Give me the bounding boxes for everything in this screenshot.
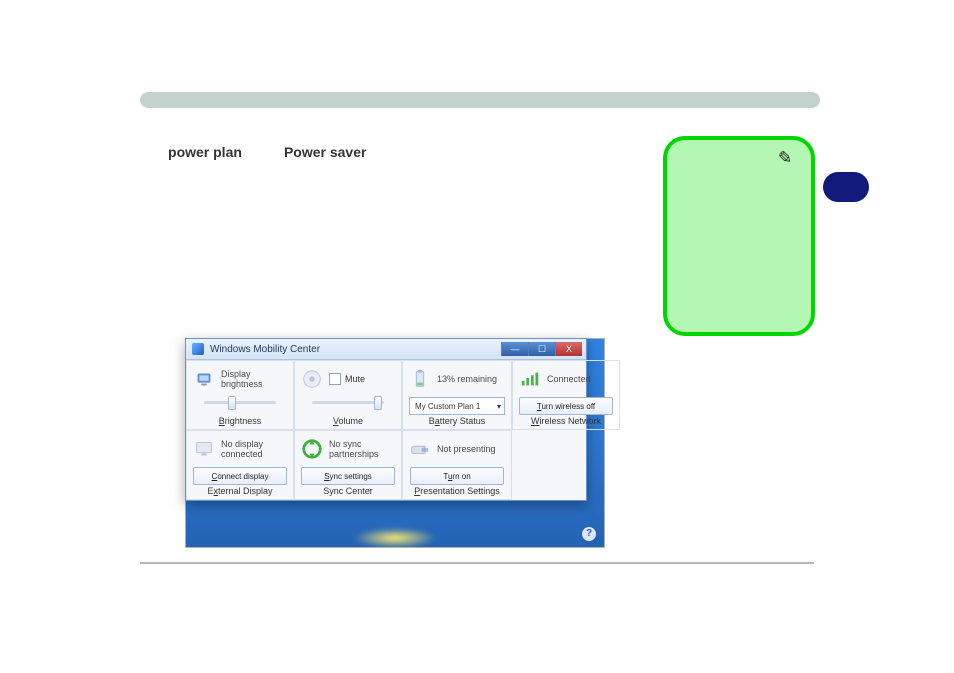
note-panel: ✎	[663, 136, 815, 336]
brightness-slider[interactable]	[204, 397, 276, 407]
decorative-top-bar	[140, 92, 820, 108]
text-fragment: .	[370, 144, 374, 160]
presentation-label: Not presenting	[437, 444, 496, 454]
screenshot-wmc: ? Windows Mobility Center — ☐ X	[185, 338, 605, 548]
battery-footer: Battery Status	[403, 416, 511, 426]
tile-brightness: Display brightness Brightness	[186, 360, 294, 430]
tile-external-display: No display connected Connect display Ext…	[186, 430, 294, 500]
tile-empty	[512, 430, 620, 500]
wmc-title: Windows Mobility Center	[210, 344, 320, 355]
monitor-icon	[193, 438, 215, 460]
minimize-button[interactable]: —	[501, 342, 528, 356]
pencil-icon: ✎	[774, 147, 793, 170]
close-button[interactable]: X	[555, 342, 582, 356]
wifi-icon	[519, 368, 541, 390]
sync-label: No sync partnerships	[329, 439, 379, 460]
checkbox-icon	[329, 373, 341, 385]
battery-status-text: 13% remaining	[437, 374, 497, 384]
bottom-divider	[140, 562, 814, 564]
turn-wireless-off-button[interactable]: Turn wireless off	[519, 397, 613, 415]
wmc-app-icon	[192, 343, 204, 355]
chevron-down-icon: ▾	[497, 402, 501, 411]
text-bold-power-plan: power plan	[168, 144, 242, 160]
wireless-footer: Wireless Network	[513, 416, 619, 426]
instruction-text: The power plan set to Power saver .	[140, 142, 650, 162]
volume-slider[interactable]	[312, 397, 384, 407]
external-display-label: No display connected	[221, 439, 263, 460]
projector-icon	[409, 438, 431, 460]
maximize-button[interactable]: ☐	[528, 342, 555, 356]
wireless-status-text: Connected	[547, 374, 591, 384]
volume-icon	[301, 368, 323, 390]
sync-footer: Sync Center	[295, 486, 401, 496]
decorative-side-pill	[823, 172, 869, 202]
connect-display-button[interactable]: Connect display	[193, 467, 287, 485]
tile-battery: 13% remaining My Custom Plan 1 ▾ Battery…	[402, 360, 512, 430]
text-fragment: The	[140, 144, 168, 160]
turn-on-presentation-button[interactable]: Turn on	[410, 467, 504, 485]
wmc-tile-grid: Display brightness Brightness	[186, 360, 586, 500]
tile-wireless: Connected Turn wireless off Wireless Net…	[512, 360, 620, 430]
tile-presentation: Not presenting Turn on Presentation Sett…	[402, 430, 512, 500]
taskbar-glow	[335, 523, 455, 553]
battery-icon	[409, 368, 431, 390]
volume-footer: Volume	[295, 416, 401, 426]
external-display-footer: External Display	[187, 486, 293, 496]
help-icon[interactable]: ?	[581, 526, 597, 542]
power-plan-selected: My Custom Plan 1	[415, 402, 480, 411]
sync-settings-button[interactable]: Sync settings	[301, 467, 395, 485]
text-bold-power-saver: Power saver	[284, 144, 367, 160]
text-fragment: set to	[246, 144, 284, 160]
window-buttons: — ☐ X	[501, 342, 582, 356]
brightness-footer: Brightness	[187, 416, 293, 426]
mute-checkbox[interactable]: Mute	[329, 373, 365, 385]
wmc-window: Windows Mobility Center — ☐ X Display br…	[185, 338, 587, 501]
tile-volume: Mute Volume	[294, 360, 402, 430]
tile-sync-center: No sync partnerships Sync settings Sync …	[294, 430, 402, 500]
brightness-label: Display brightness	[221, 369, 263, 390]
wmc-titlebar: Windows Mobility Center — ☐ X	[186, 339, 586, 360]
power-plan-dropdown[interactable]: My Custom Plan 1 ▾	[409, 397, 505, 415]
brightness-icon	[193, 368, 215, 390]
presentation-footer: Presentation Settings	[403, 486, 511, 496]
sync-icon	[301, 438, 323, 460]
